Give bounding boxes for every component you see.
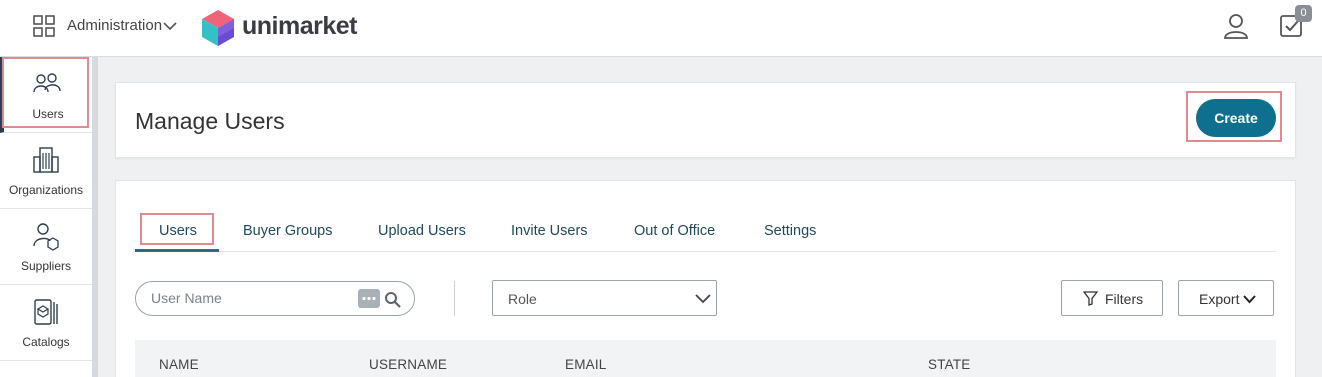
chevron-down-icon bbox=[1243, 295, 1256, 304]
column-header-email[interactable]: EMAIL bbox=[565, 357, 607, 372]
supplier-icon bbox=[33, 223, 59, 251]
sidebar-scrollbar[interactable] bbox=[92, 57, 98, 377]
export-button[interactable]: Export bbox=[1178, 280, 1274, 316]
tab-upload-users[interactable]: Upload Users bbox=[378, 223, 466, 239]
top-bar: Administration unimarket 0 bbox=[0, 0, 1322, 57]
role-select[interactable]: Role bbox=[492, 280, 717, 316]
chevron-down-icon[interactable] bbox=[163, 20, 177, 32]
sidebar-item-catalogs[interactable]: Catalogs bbox=[0, 285, 92, 361]
page-header-card: Manage Users Create bbox=[115, 82, 1296, 158]
tab-invite-users[interactable]: Invite Users bbox=[511, 223, 588, 239]
logo-text: unimarket bbox=[242, 12, 357, 40]
export-button-label: Export bbox=[1199, 291, 1240, 307]
highlight-box bbox=[2, 57, 89, 128]
sidebar-item-label: Catalogs bbox=[22, 335, 70, 349]
user-name-search-input[interactable] bbox=[151, 290, 351, 306]
users-table-header: NAME USERNAME EMAIL STATE bbox=[135, 340, 1276, 377]
user-search-box[interactable] bbox=[135, 281, 415, 316]
page-title: Manage Users bbox=[135, 108, 285, 134]
chevron-down-icon bbox=[695, 294, 711, 304]
password-manager-icon[interactable] bbox=[358, 289, 380, 308]
task-count-badge: 0 bbox=[1295, 5, 1312, 22]
column-header-username[interactable]: USERNAME bbox=[369, 357, 447, 372]
buildings-icon bbox=[33, 147, 59, 173]
role-select-value: Role bbox=[508, 291, 537, 307]
column-header-state[interactable]: STATE bbox=[928, 357, 971, 372]
unimarket-logo-icon bbox=[202, 10, 234, 46]
grid-icon[interactable] bbox=[33, 15, 55, 37]
tab-buyer-groups[interactable]: Buyer Groups bbox=[243, 223, 332, 239]
highlight-box bbox=[140, 213, 214, 245]
column-header-name[interactable]: NAME bbox=[159, 357, 199, 372]
tab-settings[interactable]: Settings bbox=[764, 223, 816, 239]
sidebar-item-label: Suppliers bbox=[20, 259, 72, 273]
highlight-box bbox=[1186, 91, 1282, 142]
filters-button[interactable]: Filters bbox=[1061, 280, 1163, 316]
user-icon[interactable] bbox=[1222, 12, 1250, 40]
sidebar-item-organizations[interactable]: Organizations bbox=[0, 133, 92, 209]
catalog-icon bbox=[34, 299, 58, 325]
app-switcher-label[interactable]: Administration bbox=[67, 17, 162, 34]
tab-out-of-office[interactable]: Out of Office bbox=[634, 223, 715, 239]
search-icon[interactable] bbox=[384, 291, 401, 308]
active-tab-indicator bbox=[135, 249, 219, 252]
tabs-divider bbox=[135, 251, 1276, 252]
sidebar-item-suppliers[interactable]: Suppliers bbox=[0, 209, 92, 285]
filters-button-label: Filters bbox=[1105, 291, 1144, 307]
sidebar-item-label: Organizations bbox=[8, 183, 84, 197]
filter-divider bbox=[454, 281, 455, 316]
filter-funnel-icon bbox=[1083, 291, 1098, 306]
